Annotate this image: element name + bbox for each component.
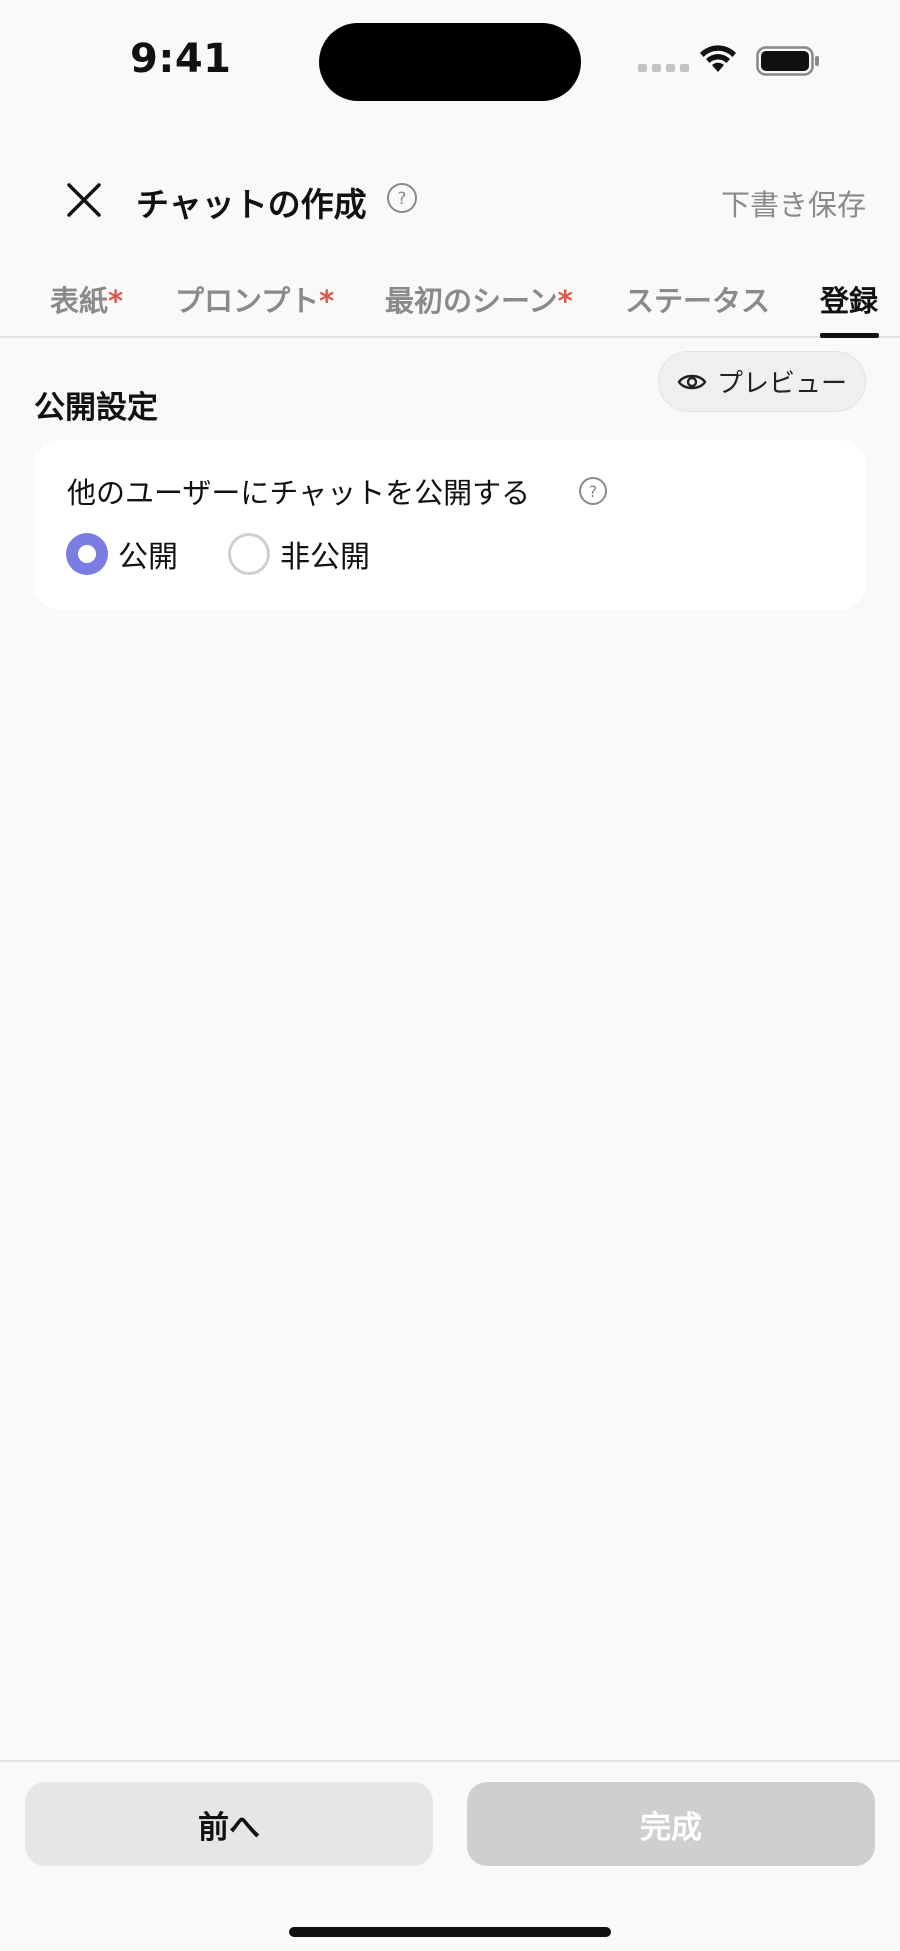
tab-register[interactable]: 登録 — [820, 278, 878, 320]
radio-private-label: 非公開 — [280, 540, 370, 575]
section-title: 公開設定 — [34, 390, 158, 426]
eye-icon — [677, 374, 707, 389]
tab-first-scene[interactable]: 最初のシーン* — [385, 278, 573, 320]
preview-label: プレビュー — [716, 369, 847, 399]
tab-bar: 表紙* プロンプト* 最初のシーン* ステータス 登録 — [0, 270, 900, 338]
tab-cover[interactable]: 表紙* — [50, 278, 123, 320]
dynamic-island — [319, 23, 581, 101]
bottom-bar: 前へ 完成 — [0, 1760, 900, 1951]
battery-icon — [756, 46, 819, 76]
preview-button[interactable]: プレビュー — [658, 351, 866, 412]
visibility-card: 他のユーザーにチャットを公開する ? 公開 非公開 — [34, 440, 866, 610]
status-time: 9:41 — [130, 36, 232, 82]
radio-public[interactable]: 公開 — [66, 532, 178, 576]
home-indicator — [289, 1927, 611, 1937]
wifi-icon — [700, 45, 736, 72]
done-button[interactable]: 完成 — [467, 1782, 875, 1866]
active-tab-indicator — [820, 333, 879, 338]
tab-prompt[interactable]: プロンプト* — [175, 278, 334, 320]
visibility-label: 他のユーザーにチャットを公開する — [67, 476, 531, 510]
draft-save-button[interactable]: 下書き保存 — [721, 182, 866, 224]
visibility-radio-group: 公開 非公開 — [66, 532, 420, 576]
radio-private[interactable]: 非公開 — [228, 532, 370, 576]
signal-icon — [638, 64, 689, 72]
radio-selected-icon — [66, 533, 108, 575]
header: チャットの作成 ? 下書き保存 — [0, 160, 900, 240]
page-title: チャットの作成 — [136, 185, 367, 224]
help-icon[interactable]: ? — [578, 476, 608, 506]
radio-public-label: 公開 — [118, 540, 178, 575]
status-bar: 9:41 — [0, 0, 900, 120]
close-icon[interactable] — [62, 178, 106, 222]
svg-text:?: ? — [397, 189, 406, 209]
tab-status[interactable]: ステータス — [625, 278, 770, 320]
radio-unselected-icon — [228, 533, 270, 575]
help-icon[interactable]: ? — [386, 182, 418, 214]
prev-button[interactable]: 前へ — [25, 1782, 433, 1866]
svg-text:?: ? — [589, 482, 598, 501]
